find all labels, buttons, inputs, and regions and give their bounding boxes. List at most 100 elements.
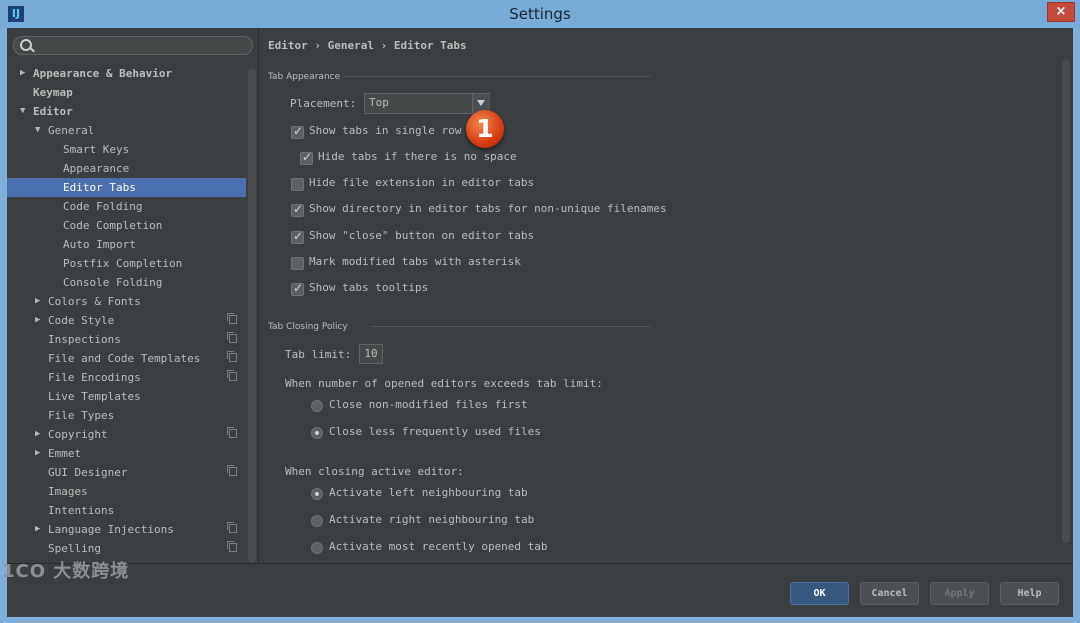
- window-title: Settings: [509, 5, 571, 23]
- checkbox[interactable]: [300, 150, 313, 165]
- checkbox[interactable]: [291, 229, 304, 244]
- dialog-footer: OK Cancel Apply Help: [7, 563, 1073, 617]
- tree-item-spelling[interactable]: Spelling: [7, 539, 246, 558]
- checkbox[interactable]: [291, 124, 304, 139]
- tree-item-emmet[interactable]: ▶ Emmet: [7, 444, 246, 463]
- project-scope-copy-icon: [227, 313, 237, 324]
- settings-sidebar: ▶ Appearance & Behavior Keymap ▼ Editor ▼ Gene…: [7, 28, 258, 563]
- placement-select[interactable]: Top: [364, 93, 490, 114]
- tree-item-file-types[interactable]: File Types: [7, 406, 246, 425]
- section-separator: [345, 76, 651, 77]
- radio-button[interactable]: [311, 427, 323, 439]
- project-scope-copy-icon: [227, 522, 237, 533]
- tree-item-file-and-code-templates[interactable]: File and Code Templates: [7, 349, 246, 368]
- tree-item-label: Colors & Fonts: [48, 295, 141, 308]
- tree-item-label: File Encodings: [48, 371, 141, 384]
- tree-item-label: GUI Designer: [48, 466, 128, 479]
- tree-item-label: Auto Import: [63, 238, 136, 251]
- tree-item-images[interactable]: Images: [7, 482, 246, 501]
- section-separator: [370, 326, 651, 327]
- project-scope-copy-icon: [227, 351, 237, 362]
- sidebar-scrollbar[interactable]: [248, 68, 256, 563]
- collapsed-arrow-icon[interactable]: ▶: [35, 520, 45, 539]
- project-scope-copy-icon: [227, 427, 237, 438]
- section-title-tab-closing-policy: Tab Closing Policy: [268, 322, 348, 332]
- tree-item-general[interactable]: ▼ General: [7, 121, 246, 140]
- tree-item-gui-designer[interactable]: GUI Designer: [7, 463, 246, 482]
- tree-item-label: Postfix Completion: [63, 257, 183, 270]
- exceeds-limit-label: When number of opened editors exceeds ta…: [285, 377, 603, 390]
- tree-item-label: Appearance: [63, 162, 130, 175]
- tab-limit-input[interactable]: 10: [359, 344, 383, 364]
- collapsed-arrow-icon[interactable]: ▶: [35, 311, 45, 330]
- cancel-button[interactable]: Cancel: [860, 582, 919, 605]
- checkbox[interactable]: [291, 257, 304, 270]
- radio-button[interactable]: [311, 515, 323, 527]
- dialog-body: ▶ Appearance & Behavior Keymap ▼ Editor ▼ Gene…: [7, 28, 1073, 617]
- expanded-arrow-icon[interactable]: ▼: [20, 102, 30, 121]
- checkbox[interactable]: [291, 281, 304, 296]
- tree-item-file-encodings[interactable]: File Encodings: [7, 368, 246, 387]
- tree-item-label: Editor: [33, 105, 73, 118]
- checkbox[interactable]: [291, 178, 304, 191]
- apply-button[interactable]: Apply: [930, 582, 989, 605]
- placement-label: Placement:: [290, 97, 357, 110]
- radio-label: Close non-modified files first: [329, 398, 528, 411]
- project-scope-copy-icon: [227, 541, 237, 552]
- search-icon: [20, 39, 32, 51]
- title-bar: IJ Settings ×: [0, 0, 1080, 28]
- tree-item-smart-keys[interactable]: Smart Keys: [7, 140, 246, 159]
- tree-item-postfix-completion[interactable]: Postfix Completion: [7, 254, 246, 273]
- collapsed-arrow-icon[interactable]: ▶: [20, 64, 30, 83]
- tree-item-label: Editor Tabs: [63, 181, 136, 194]
- tree-item-appearance-behavior[interactable]: ▶ Appearance & Behavior: [7, 64, 246, 83]
- tree-item-live-templates[interactable]: Live Templates: [7, 387, 246, 406]
- tree-item-language-injections[interactable]: ▶ Language Injections: [7, 520, 246, 539]
- content-scrollbar[interactable]: [1062, 60, 1070, 543]
- settings-window: IJ Settings × ▶ Appearance & Behavior Keym…: [0, 0, 1080, 623]
- closing-active-editor-label: When closing active editor:: [285, 465, 464, 478]
- tree-item-label: Inspections: [48, 333, 121, 346]
- tree-item-console-folding[interactable]: Console Folding: [7, 273, 246, 292]
- tree-item-label: Code Folding: [63, 200, 143, 213]
- tree-item-copyright[interactable]: ▶ Copyright: [7, 425, 246, 444]
- project-scope-copy-icon: [227, 332, 237, 343]
- tree-item-keymap[interactable]: Keymap: [7, 83, 246, 102]
- checkbox-label: Hide tabs if there is no space: [318, 150, 517, 163]
- breadcrumb: Editor › General › Editor Tabs: [268, 39, 467, 52]
- tree-item-label: Appearance & Behavior: [33, 67, 173, 80]
- collapsed-arrow-icon[interactable]: ▶: [35, 444, 45, 463]
- tree-item-appearance[interactable]: Appearance: [7, 159, 246, 178]
- settings-search-input[interactable]: [13, 36, 253, 55]
- tree-item-label: Intentions: [48, 504, 115, 517]
- radio-label: Activate most recently opened tab: [329, 540, 548, 553]
- radio-button[interactable]: [311, 488, 323, 500]
- tree-item-label: Code Completion: [63, 219, 163, 232]
- checkbox-label: Show tabs in single row: [309, 124, 462, 137]
- checkbox[interactable]: [291, 202, 304, 217]
- tree-item-label: Keymap: [33, 86, 73, 99]
- tree-item-colors-fonts[interactable]: ▶ Colors & Fonts: [7, 292, 246, 311]
- tree-item-code-style[interactable]: ▶ Code Style: [7, 311, 246, 330]
- tree-item-code-completion[interactable]: Code Completion: [7, 216, 246, 235]
- ok-button[interactable]: OK: [790, 582, 849, 605]
- radio-button[interactable]: [311, 542, 323, 554]
- help-button[interactable]: Help: [1000, 582, 1059, 605]
- tree-item-auto-import[interactable]: Auto Import: [7, 235, 246, 254]
- radio-label: Activate right neighbouring tab: [329, 513, 535, 526]
- tree-item-code-folding[interactable]: Code Folding: [7, 197, 246, 216]
- project-scope-copy-icon: [227, 465, 237, 476]
- tree-item-label: Spelling: [48, 542, 101, 555]
- radio-button[interactable]: [311, 400, 323, 412]
- tree-item-editor[interactable]: ▼ Editor: [7, 102, 246, 121]
- tree-item-inspections[interactable]: Inspections: [7, 330, 246, 349]
- step-marker-badge: 1: [466, 110, 504, 148]
- checkbox-label: Mark modified tabs with asterisk: [309, 255, 521, 268]
- close-window-button[interactable]: ×: [1047, 2, 1075, 22]
- collapsed-arrow-icon[interactable]: ▶: [35, 292, 45, 311]
- editor-tabs-settings-panel: Editor › General › Editor Tabs Tab Appea…: [259, 28, 1073, 563]
- tree-item-editor-tabs[interactable]: Editor Tabs: [7, 178, 246, 197]
- tree-item-intentions[interactable]: Intentions: [7, 501, 246, 520]
- collapsed-arrow-icon[interactable]: ▶: [35, 425, 45, 444]
- expanded-arrow-icon[interactable]: ▼: [35, 121, 45, 140]
